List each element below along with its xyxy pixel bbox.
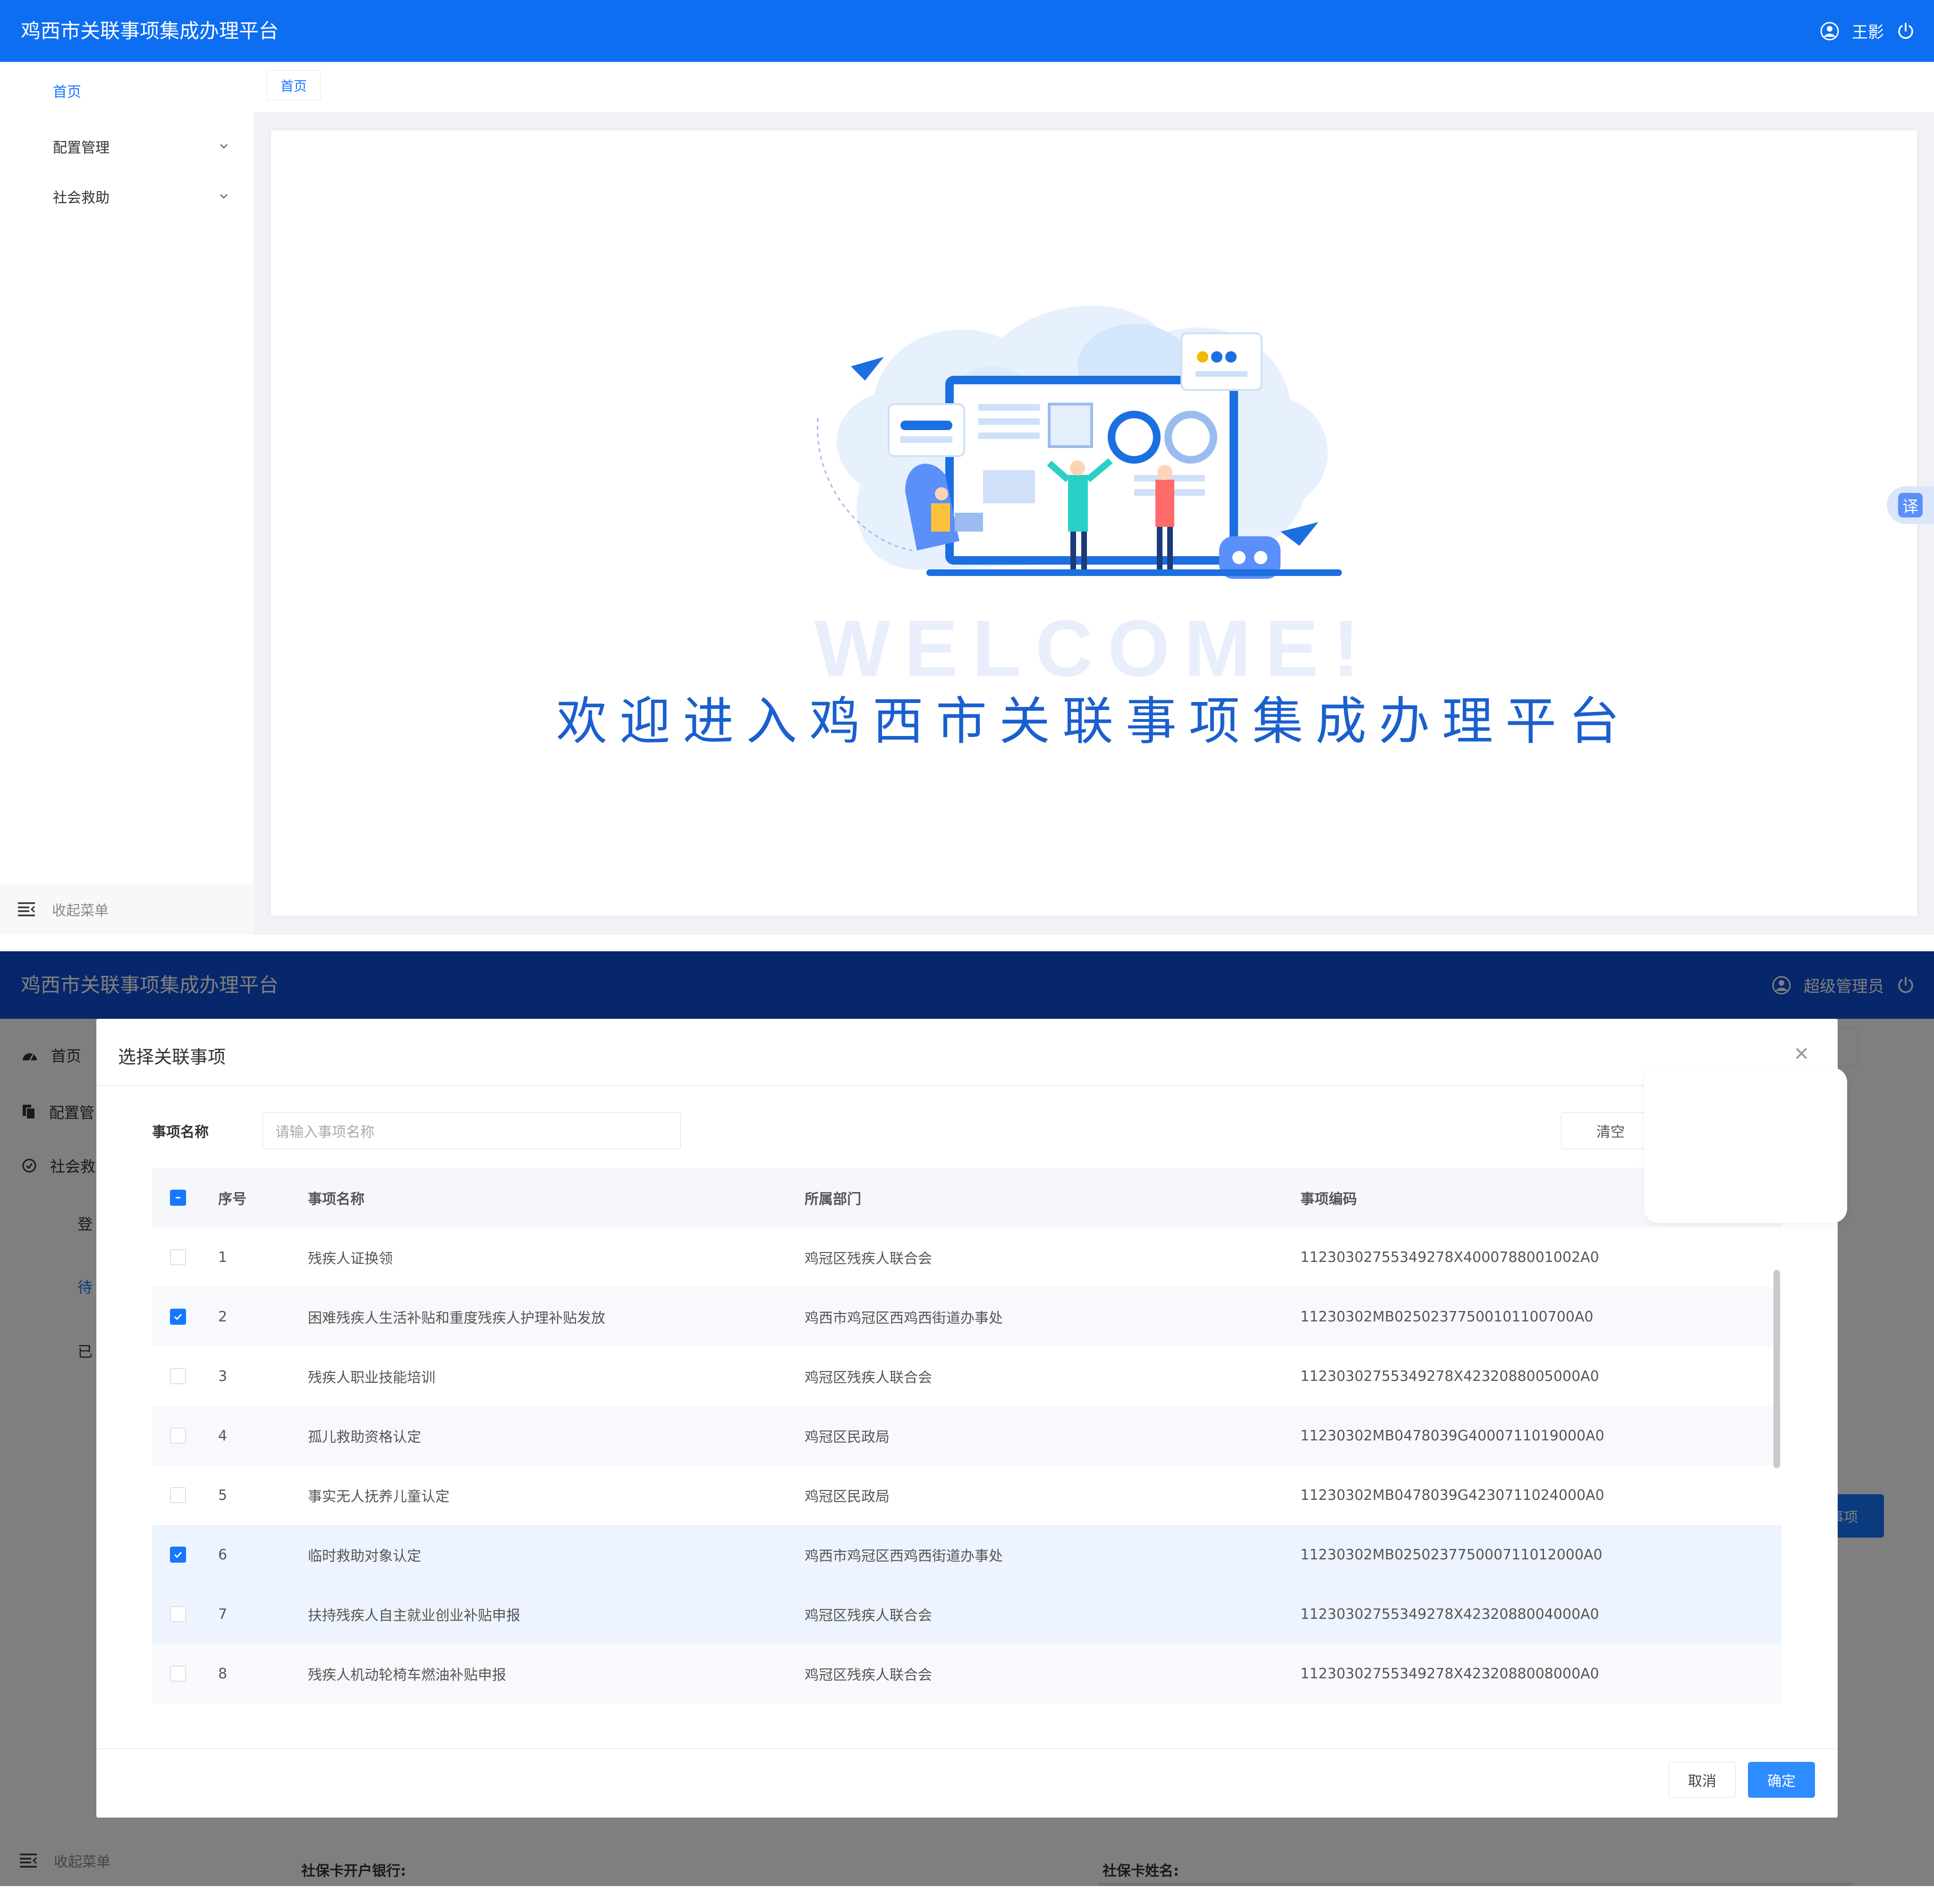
welcome-screen: 鸡西市关联事项集成办理平台 王影 首页 配置管理 社会救助 收起菜单 首页 WE… — [0, 0, 1934, 935]
row-code: 11230302755349278X4232088004000A0 — [1300, 1606, 1599, 1623]
row-name: 扶持残疾人自主就业创业补贴申报 — [308, 1608, 520, 1624]
row-seq: 1 — [218, 1249, 228, 1266]
collapse-menu-icon — [17, 901, 36, 917]
translate-icon: 译 — [1898, 493, 1923, 517]
collapse-menu-label: 收起菜单 — [52, 903, 109, 919]
tab-bar: 首页 — [254, 62, 1934, 113]
user-name[interactable]: 王影 — [1852, 19, 1884, 42]
row-name: 临时救助对象认定 — [308, 1548, 421, 1565]
table-scrollbar[interactable] — [1773, 1270, 1780, 1468]
collapse-menu-button[interactable]: 收起菜单 — [0, 884, 254, 935]
row-seq: 6 — [218, 1546, 228, 1563]
row-dept: 鸡冠区民政局 — [805, 1429, 890, 1446]
column-header-name: 事项名称 — [308, 1191, 365, 1208]
row-code: 11230302MB0478039G4230711024000A0 — [1300, 1487, 1604, 1504]
divider — [96, 1748, 1838, 1749]
welcome-zh-text: 欢迎进入鸡西市关联事项集成办理平台 — [556, 692, 1632, 751]
row-seq: 4 — [218, 1427, 228, 1444]
row-checkbox[interactable] — [170, 1606, 186, 1622]
row-dept: 鸡冠区残疾人联合会 — [805, 1608, 932, 1624]
row-seq: 3 — [218, 1368, 228, 1385]
table-row[interactable]: 5 事实无人抚养儿童认定 鸡冠区民政局 11230302MB0478039G42… — [152, 1465, 1782, 1525]
row-seq: 8 — [218, 1665, 228, 1682]
table-row[interactable]: 1 残疾人证换领 鸡冠区残疾人联合会 11230302755349278X400… — [152, 1227, 1782, 1287]
floating-card — [1644, 1068, 1847, 1223]
table-row[interactable]: 7 扶持残疾人自主就业创业补贴申报 鸡冠区残疾人联合会 112303027553… — [152, 1584, 1782, 1644]
chevron-down-icon — [218, 189, 230, 206]
row-dept: 鸡冠区残疾人联合会 — [805, 1667, 932, 1684]
confirm-button[interactable]: 确定 — [1748, 1762, 1815, 1798]
welcome-content: WELCOME! 欢迎进入鸡西市关联事项集成办理平台 — [271, 130, 1917, 916]
row-code: 11230302755349278X4000788001002A0 — [1300, 1249, 1599, 1266]
divider — [96, 1085, 1838, 1086]
row-dept: 鸡冠区民政局 — [805, 1489, 890, 1505]
power-icon[interactable] — [1896, 22, 1915, 41]
items-table: 序号 事项名称 所属部门 事项编码 1 残疾人证换领 鸡冠区残疾人联合会 112… — [152, 1168, 1782, 1703]
cancel-button[interactable]: 取消 — [1669, 1762, 1736, 1798]
table-row[interactable]: 6 临时救助对象认定 鸡西市鸡冠区西鸡西街道办事处 11230302MB0250… — [152, 1525, 1782, 1584]
sidebar-item-label: 社会救助 — [53, 190, 110, 206]
row-checkbox[interactable] — [170, 1666, 186, 1682]
column-header-seq: 序号 — [218, 1191, 246, 1208]
row-code: 11230302MB025023775000711012000A0 — [1300, 1546, 1603, 1563]
select-items-dialog: 选择关联事项 ✕ 事项名称 请输入事项名称 清空 序号 事项名称 所属部门 事项… — [96, 1019, 1838, 1818]
row-dept: 鸡冠区残疾人联合会 — [805, 1251, 932, 1267]
app-title: 鸡西市关联事项集成办理平台 — [21, 19, 279, 42]
row-code: 11230302755349278X4232088008000A0 — [1300, 1665, 1599, 1682]
table-row[interactable]: 4 孤儿救助资格认定 鸡冠区民政局 11230302MB0478039G4000… — [152, 1406, 1782, 1465]
row-name: 残疾人证换领 — [308, 1251, 393, 1267]
row-code: 11230302755349278X4232088005000A0 — [1300, 1368, 1599, 1385]
row-checkbox[interactable] — [170, 1547, 186, 1563]
welcome-illustration — [804, 286, 1384, 590]
row-name: 孤儿救助资格认定 — [308, 1429, 421, 1446]
table-row[interactable]: 8 残疾人机动轮椅车燃油补贴申报 鸡冠区残疾人联合会 1123030275534… — [152, 1644, 1782, 1703]
filter-label: 事项名称 — [152, 1124, 209, 1141]
row-name: 困难残疾人生活补贴和重度残疾人护理补贴发放 — [308, 1310, 605, 1327]
row-dept: 鸡冠区残疾人联合会 — [805, 1370, 932, 1386]
row-checkbox[interactable] — [170, 1487, 186, 1503]
top-bar: 鸡西市关联事项集成办理平台 王影 — [0, 0, 1934, 62]
row-name: 残疾人机动轮椅车燃油补贴申报 — [308, 1667, 506, 1684]
chevron-down-icon — [218, 139, 230, 156]
sidebar-item-config[interactable]: 配置管理 — [0, 125, 254, 168]
column-header-dept: 所属部门 — [805, 1191, 861, 1208]
sidebar: 首页 配置管理 社会救助 收起菜单 — [0, 62, 254, 935]
table-row[interactable]: 3 残疾人职业技能培训 鸡冠区残疾人联合会 11230302755349278X… — [152, 1346, 1782, 1406]
row-dept: 鸡西市鸡冠区西鸡西街道办事处 — [805, 1310, 1003, 1327]
sidebar-item-label: 配置管理 — [53, 140, 110, 156]
sidebar-item-label: 首页 — [53, 84, 81, 101]
row-checkbox[interactable] — [170, 1309, 186, 1325]
row-seq: 5 — [218, 1487, 228, 1504]
row-checkbox[interactable] — [170, 1428, 186, 1444]
translate-button[interactable]: 译 — [1887, 486, 1934, 524]
dialog-title: 选择关联事项 — [118, 1047, 226, 1067]
user-avatar-icon[interactable] — [1820, 21, 1840, 41]
item-name-search-input[interactable]: 请输入事项名称 — [263, 1112, 681, 1149]
close-icon[interactable]: ✕ — [1793, 1043, 1809, 1065]
row-name: 事实无人抚养儿童认定 — [308, 1489, 450, 1505]
select-all-checkbox[interactable] — [170, 1190, 186, 1206]
row-dept: 鸡西市鸡冠区西鸡西街道办事处 — [805, 1548, 1003, 1565]
row-seq: 2 — [218, 1308, 228, 1325]
sidebar-item-social-aid[interactable]: 社会救助 — [0, 175, 254, 218]
row-code: 11230302MB0478039G4000711019000A0 — [1300, 1427, 1604, 1444]
row-checkbox[interactable] — [170, 1368, 186, 1384]
row-code: 11230302MB02502377500101100700A0 — [1300, 1308, 1594, 1325]
table-header: 序号 事项名称 所属部门 事项编码 — [152, 1168, 1782, 1227]
tab-home[interactable]: 首页 — [267, 70, 321, 101]
row-seq: 7 — [218, 1606, 228, 1623]
row-checkbox[interactable] — [170, 1249, 186, 1265]
table-row[interactable]: 2 困难残疾人生活补贴和重度残疾人护理补贴发放 鸡西市鸡冠区西鸡西街道办事处 1… — [152, 1287, 1782, 1346]
row-name: 残疾人职业技能培训 — [308, 1370, 435, 1386]
sidebar-item-home[interactable]: 首页 — [0, 69, 254, 112]
user-area: 王影 — [1820, 0, 1915, 62]
